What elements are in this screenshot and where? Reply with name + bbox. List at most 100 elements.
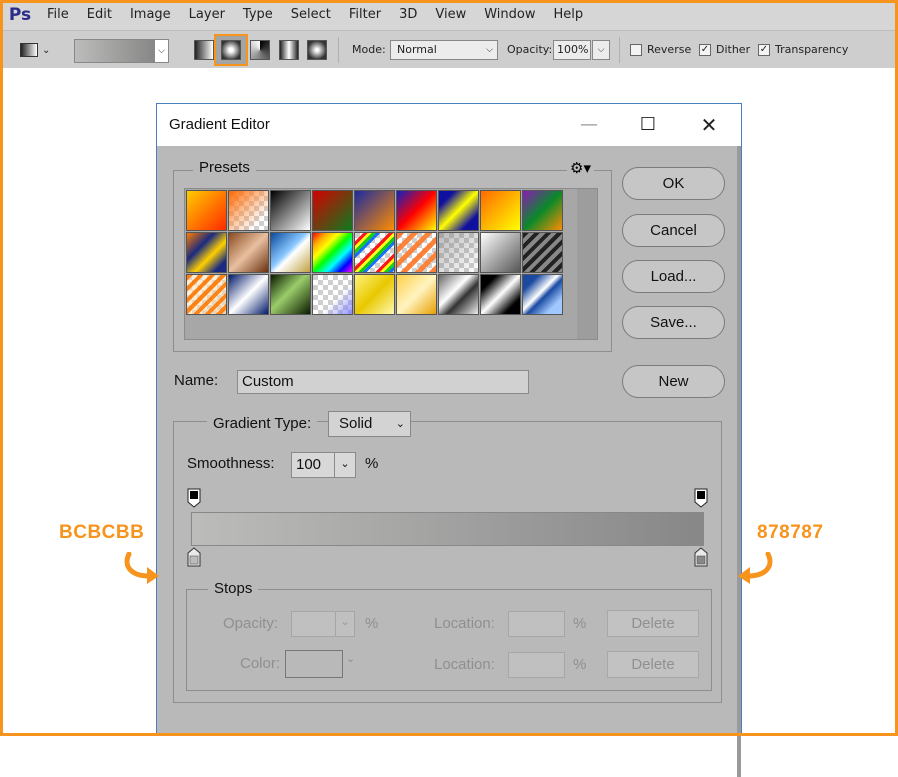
menu-filter[interactable]: Filter — [340, 0, 390, 30]
gradient-type-value: Solid — [339, 415, 373, 432]
chevron-down-icon: ⌵ — [486, 45, 493, 55]
presets-label: Presets — [193, 159, 256, 176]
menu-bar: Ps File Edit Image Layer Type Select Fil… — [0, 0, 898, 30]
preset-swatch[interactable] — [354, 274, 395, 315]
menu-select[interactable]: Select — [282, 0, 340, 30]
gradient-type-select[interactable]: Solid ⌄ — [328, 411, 411, 437]
ok-button[interactable]: OK — [622, 167, 725, 200]
preset-swatch[interactable] — [270, 274, 311, 315]
transparency-checkbox[interactable]: ✓ — [758, 44, 770, 56]
stop-color-swatch[interactable] — [285, 650, 343, 678]
preset-swatch[interactable] — [396, 232, 437, 273]
preset-swatch[interactable] — [354, 190, 395, 231]
chevron-down-icon[interactable]: ⌄ — [346, 652, 355, 665]
gear-icon[interactable]: ⚙▾ — [567, 159, 594, 177]
preset-swatch[interactable] — [396, 190, 437, 231]
scrollbar[interactable] — [737, 146, 741, 777]
chevron-down-icon[interactable]: ⌵ — [154, 40, 168, 62]
preset-swatch[interactable] — [480, 232, 521, 273]
preset-swatch[interactable] — [312, 274, 353, 315]
smoothness-label: Smoothness: — [187, 455, 275, 472]
chevron-down-icon[interactable]: ⌄ — [335, 611, 355, 637]
chevron-down-icon: ⌄ — [42, 44, 51, 56]
menu-file[interactable]: File — [38, 0, 78, 30]
cancel-button[interactable]: Cancel — [622, 214, 725, 247]
preset-swatch[interactable] — [396, 274, 437, 315]
left-color-callout: BCBCBB — [59, 522, 145, 543]
diamond-gradient-icon[interactable] — [307, 40, 327, 60]
maximize-icon[interactable]: ☐ — [635, 112, 661, 138]
preset-swatch[interactable] — [186, 190, 227, 231]
menu-help[interactable]: Help — [545, 0, 593, 30]
preset-swatch[interactable] — [522, 190, 563, 231]
chevron-down-icon[interactable]: ⌵ — [592, 40, 610, 60]
reflected-gradient-icon[interactable] — [279, 40, 299, 60]
preset-swatch[interactable] — [312, 232, 353, 273]
menu-layer[interactable]: Layer — [180, 0, 234, 30]
opacity-stop-left[interactable] — [187, 488, 201, 508]
color-stop-right[interactable] — [694, 547, 708, 567]
preset-swatch[interactable] — [438, 232, 479, 273]
mode-label: Mode: — [352, 43, 386, 56]
close-icon[interactable]: ✕ — [696, 112, 722, 138]
stop-opacity-input[interactable] — [291, 611, 336, 637]
preset-swatch[interactable] — [270, 232, 311, 273]
dither-checkbox[interactable]: ✓ — [699, 44, 711, 56]
preset-swatch[interactable] — [312, 190, 353, 231]
photoshop-logo: Ps — [8, 5, 32, 25]
linear-gradient-icon[interactable] — [194, 40, 214, 60]
stop-color-location-label: Location: — [434, 656, 495, 673]
chevron-down-icon[interactable]: ⌄ — [334, 452, 356, 478]
menu-3d[interactable]: 3D — [390, 0, 426, 30]
angle-gradient-icon[interactable] — [250, 40, 270, 60]
opacity-stop-right[interactable] — [694, 488, 708, 508]
preset-swatch[interactable] — [186, 274, 227, 315]
stops-label: Stops — [208, 580, 259, 597]
load-button[interactable]: Load... — [622, 260, 725, 293]
minimize-icon[interactable]: — — [576, 112, 602, 138]
new-button[interactable]: New — [622, 365, 725, 398]
menu-edit[interactable]: Edit — [78, 0, 121, 30]
dialog-title: Gradient Editor — [169, 116, 270, 133]
stop-color-location-input[interactable] — [508, 652, 565, 678]
dialog-titlebar[interactable]: Gradient Editor — ☐ ✕ — [157, 104, 741, 146]
stop-opacity-unit: % — [365, 615, 379, 632]
delete-opacity-stop-button[interactable]: Delete — [607, 610, 699, 637]
preset-swatch[interactable] — [186, 232, 227, 273]
gradient-preview-bar[interactable] — [191, 512, 704, 546]
presets-scrollbar[interactable] — [577, 189, 597, 339]
mode-select[interactable]: Normal ⌵ — [390, 40, 498, 60]
smoothness-unit: % — [365, 455, 379, 472]
preset-swatch[interactable] — [228, 232, 269, 273]
menu-image[interactable]: Image — [121, 0, 180, 30]
stop-opacity-location-input[interactable] — [508, 611, 565, 637]
menu-view[interactable]: View — [426, 0, 475, 30]
gradient-tool-icon — [20, 43, 38, 57]
reverse-checkbox[interactable] — [630, 44, 642, 56]
preset-swatch[interactable] — [270, 190, 311, 231]
name-input[interactable]: Custom — [237, 370, 529, 394]
preset-swatch[interactable] — [438, 190, 479, 231]
preset-swatch[interactable] — [480, 274, 521, 315]
preset-swatch[interactable] — [228, 190, 269, 231]
chevron-down-icon: ⌄ — [395, 418, 405, 430]
color-stop-left[interactable] — [187, 547, 201, 567]
mode-value: Normal — [397, 43, 437, 56]
delete-color-stop-button[interactable]: Delete — [607, 651, 699, 678]
preset-swatch[interactable] — [228, 274, 269, 315]
preset-swatch[interactable] — [354, 232, 395, 273]
opacity-input[interactable]: 100% — [553, 40, 591, 60]
preset-swatch[interactable] — [522, 232, 563, 273]
tool-preset-picker[interactable]: ⌄ — [20, 39, 54, 61]
radial-gradient-icon[interactable] — [221, 40, 241, 60]
preset-swatch[interactable] — [438, 274, 479, 315]
menu-window[interactable]: Window — [475, 0, 544, 30]
preset-swatch[interactable] — [480, 190, 521, 231]
stop-opacity-label: Opacity: — [223, 615, 279, 632]
save-button[interactable]: Save... — [622, 306, 725, 339]
gradient-swatch-picker[interactable]: ⌵ — [74, 39, 169, 63]
menu-type[interactable]: Type — [234, 0, 282, 30]
gradient-preview[interactable] — [75, 40, 154, 62]
preset-swatch[interactable] — [522, 274, 563, 315]
smoothness-input[interactable]: 100 — [291, 452, 335, 478]
